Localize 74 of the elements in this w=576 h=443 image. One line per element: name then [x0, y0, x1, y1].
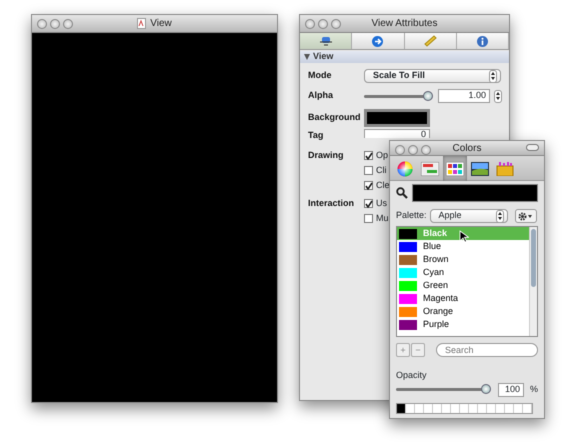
magnifier-icon[interactable]: [396, 187, 408, 199]
mode-popup[interactable]: Scale To Fill: [364, 69, 501, 83]
info-icon: [476, 36, 488, 46]
color-list-item[interactable]: Blue: [397, 240, 529, 253]
close-button[interactable]: [305, 19, 315, 29]
checkbox[interactable]: [364, 150, 373, 160]
group-label: Drawing: [308, 148, 345, 162]
close-button[interactable]: [37, 19, 47, 29]
search-field[interactable]: Search: [436, 343, 538, 357]
stepper[interactable]: [494, 90, 502, 102]
gear-icon: [518, 212, 534, 220]
current-color-well[interactable]: [412, 184, 538, 202]
gear-menu-button[interactable]: [514, 209, 537, 223]
checkbox[interactable]: [364, 198, 373, 208]
field-label: Mode: [308, 69, 332, 82]
group-label: Interaction: [308, 196, 356, 210]
inspector-tab[interactable]: [352, 33, 404, 49]
sliders-icon: [421, 162, 439, 176]
opacity-field[interactable]: 100: [498, 382, 524, 396]
checkbox[interactable]: [364, 166, 373, 174]
opacity-label: Opacity: [395, 369, 428, 382]
color-list-item[interactable]: Orange: [397, 305, 529, 318]
landscape-image-icon: [471, 162, 489, 176]
inspector-tab[interactable]: [456, 33, 509, 49]
disclosure-triangle[interactable]: [304, 54, 310, 60]
alpha-field[interactable]: 1.00: [438, 89, 490, 103]
tag-field[interactable]: 0: [364, 129, 430, 138]
checkbox[interactable]: [364, 214, 373, 222]
palette-grid-icon: [446, 162, 464, 176]
checkbox-label: Op: [376, 148, 388, 162]
field-label: Tag: [308, 129, 324, 142]
arrow-icon: [372, 36, 384, 46]
slider-thumb[interactable]: [423, 90, 433, 100]
checkbox-label: Cle: [376, 178, 390, 192]
section-title: View: [313, 50, 334, 64]
crayon-box-icon: [496, 162, 514, 176]
checkbox-label: Us: [376, 196, 387, 210]
percent-sign: %: [530, 382, 538, 396]
ruler-icon: [424, 35, 437, 47]
color-well[interactable]: [364, 109, 430, 127]
minimize-button[interactable]: [318, 19, 328, 29]
scroll-bar[interactable]: [529, 227, 537, 336]
color-list-item[interactable]: Magenta: [397, 292, 529, 305]
color-mode-tab[interactable]: [443, 156, 467, 181]
identity-icon: [320, 36, 332, 46]
inspector-tab[interactable]: [404, 33, 457, 49]
color-list-item[interactable]: Cyan: [397, 266, 529, 279]
minimize-button[interactable]: [408, 145, 418, 155]
palette-label: Palette:: [396, 209, 427, 222]
checkbox[interactable]: [364, 180, 373, 190]
minimize-button[interactable]: [50, 19, 60, 29]
color-list-item[interactable]: Brown: [397, 253, 529, 266]
inspector-tab[interactable]: [300, 33, 352, 49]
opacity-thumb[interactable]: [480, 384, 491, 394]
swatch-cell[interactable]: [397, 404, 406, 412]
zoom-button[interactable]: [331, 19, 341, 29]
toolbar-toggle-button[interactable]: [526, 144, 539, 151]
close-button[interactable]: [395, 145, 405, 155]
checkbox-label: Cli: [376, 164, 386, 176]
section-header[interactable]: View: [300, 51, 509, 63]
mouse-pointer-icon: [459, 230, 469, 243]
window-title: View: [150, 17, 172, 31]
color-list-item[interactable]: Green: [397, 279, 529, 292]
zoom-button[interactable]: [421, 145, 431, 155]
color-wheel-icon: [397, 160, 413, 176]
field-label: Alpha: [308, 89, 334, 102]
checkbox-label: Mu: [376, 212, 389, 224]
field-label: Background: [308, 111, 362, 124]
document-icon: [137, 18, 146, 29]
color-list-item[interactable]: Purple: [397, 318, 529, 331]
palette-popup[interactable]: Apple: [430, 209, 508, 223]
zoom-button[interactable]: [63, 19, 73, 29]
window-title: Colors: [452, 142, 482, 156]
window-title: View Attributes: [372, 17, 438, 31]
